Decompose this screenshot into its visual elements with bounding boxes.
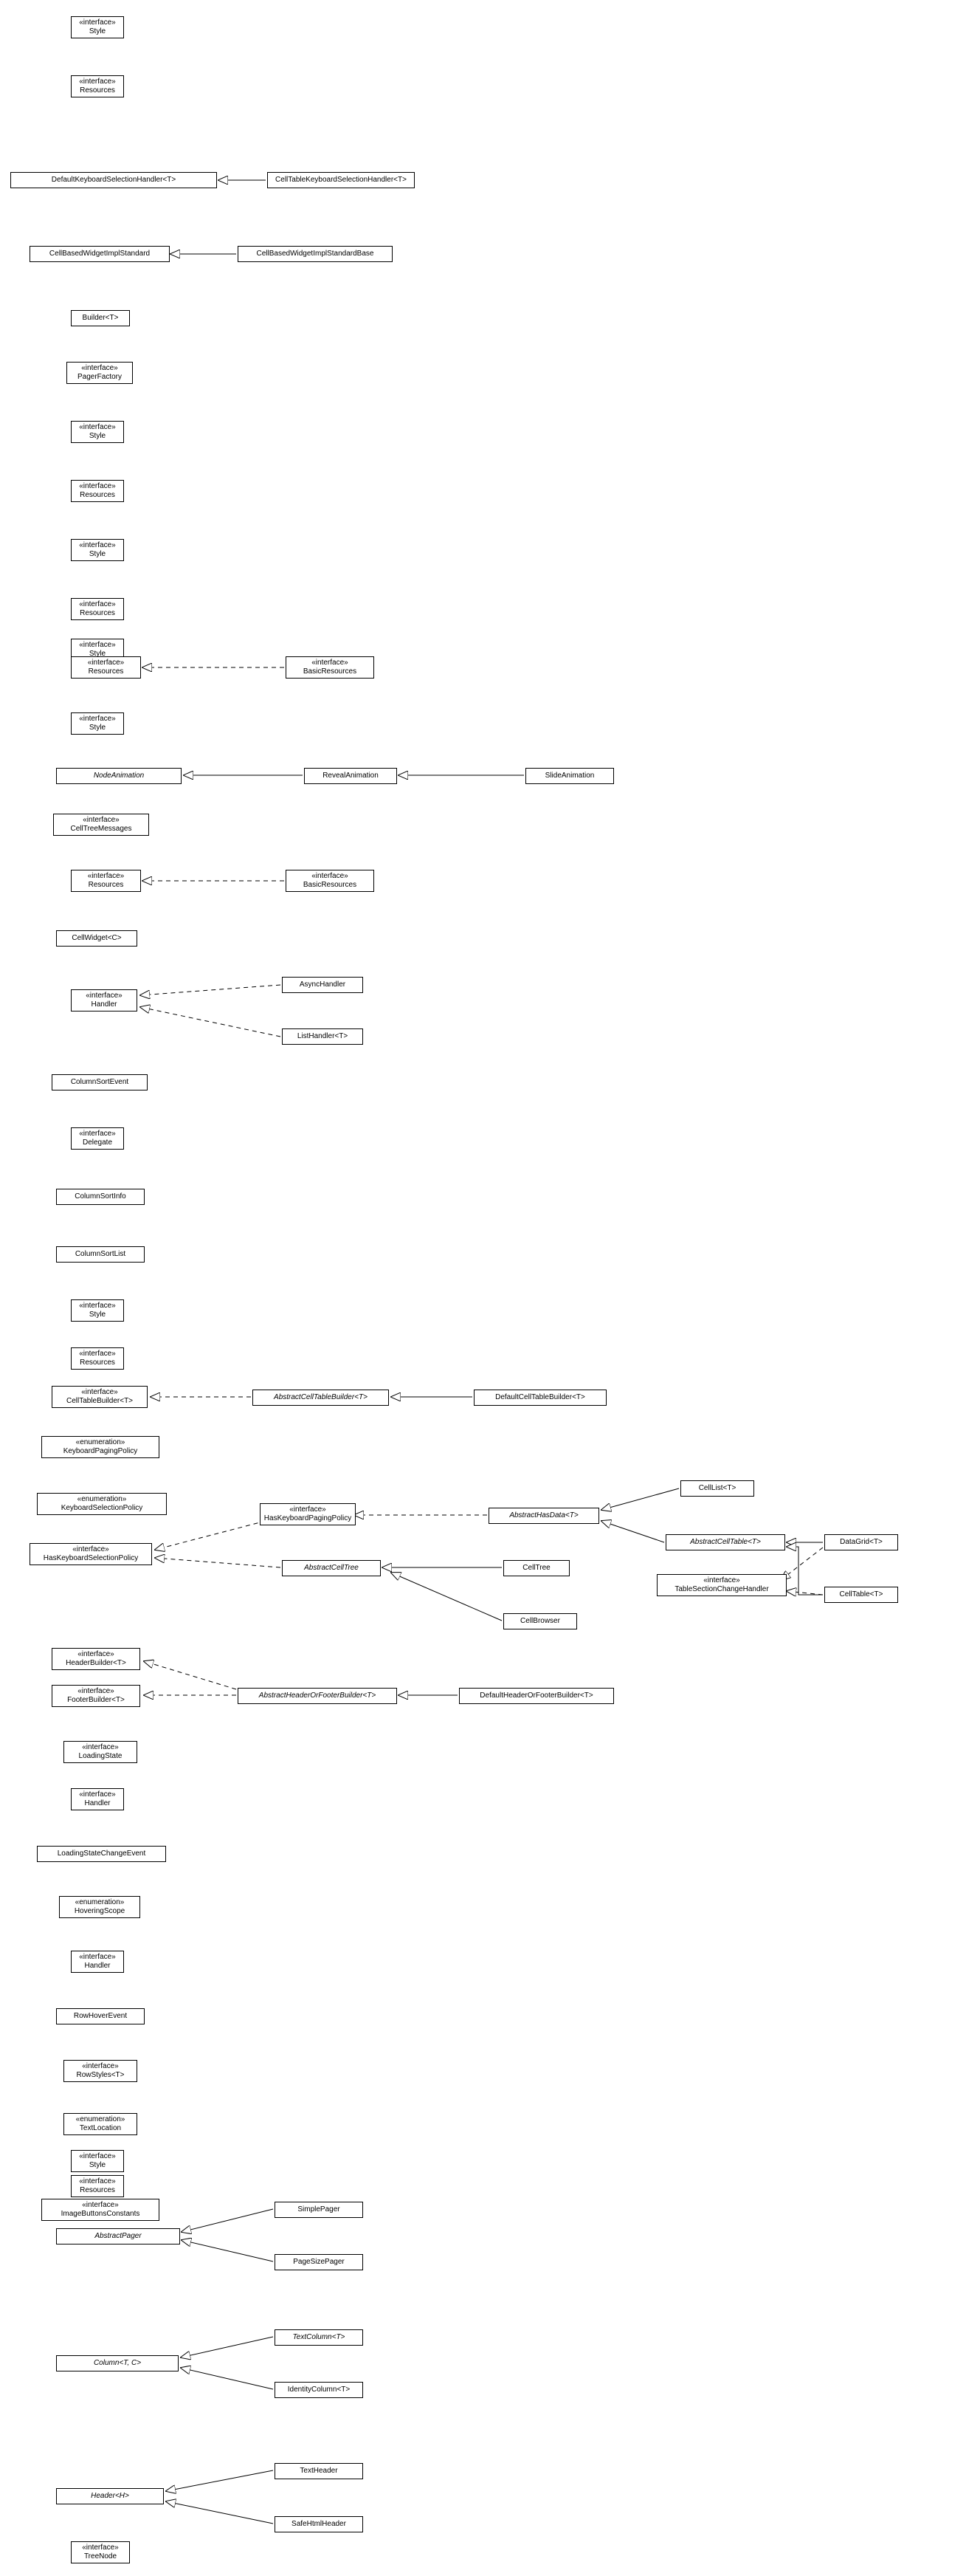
node-datagrid[interactable]: DataGrid<T>	[824, 1534, 898, 1550]
node-handler-2[interactable]: «interface»Handler	[71, 1788, 124, 1810]
node-loadingstate[interactable]: «interface»LoadingState	[63, 1741, 137, 1763]
node-resources-6[interactable]: «interface»Resources	[71, 1347, 124, 1370]
node-textlocation[interactable]: «enumeration»TextLocation	[63, 2113, 137, 2135]
node-textcolumn[interactable]: TextColumn<T>	[275, 2329, 363, 2346]
node-pagerfactory[interactable]: «interface»PagerFactory	[66, 362, 133, 384]
node-rowstyles[interactable]: «interface»RowStyles<T>	[63, 2060, 137, 2082]
node-revealanimation[interactable]: RevealAnimation	[304, 768, 397, 784]
node-abstractpager[interactable]: AbstractPager	[56, 2228, 180, 2244]
node-basicresources-2[interactable]: «interface»BasicResources	[286, 870, 374, 892]
node-imagebuttonsconstants[interactable]: «interface»ImageButtonsConstants	[41, 2199, 159, 2221]
node-celltree[interactable]: CellTree	[503, 1560, 570, 1576]
node-handler-1[interactable]: «interface»Handler	[71, 989, 137, 1011]
node-resources-2[interactable]: «interface»Resources	[71, 480, 124, 502]
node-cellwidget[interactable]: CellWidget<C>	[56, 930, 137, 947]
node-rowhoverevent[interactable]: RowHoverEvent	[56, 2008, 145, 2024]
node-cellbrowser[interactable]: CellBrowser	[503, 1613, 577, 1629]
node-resources-3[interactable]: «interface»Resources	[71, 598, 124, 620]
node-style-5[interactable]: «interface»Style	[71, 712, 124, 735]
node-defaultcelltablebuilder[interactable]: DefaultCellTableBuilder<T>	[474, 1390, 607, 1406]
node-keyboardpagingpolicy[interactable]: «enumeration»KeyboardPagingPolicy	[41, 1436, 159, 1458]
node-style-7[interactable]: «interface»Style	[71, 2150, 124, 2172]
node-slideanimation[interactable]: SlideAnimation	[525, 768, 614, 784]
node-style-3[interactable]: «interface»Style	[71, 539, 124, 561]
node-haskeyboardselectionpolicy[interactable]: «interface»HasKeyboardSelectionPolicy	[30, 1543, 152, 1565]
node-delegate[interactable]: «interface»Delegate	[71, 1127, 124, 1150]
node-safehtmlheader[interactable]: SafeHtmlHeader	[275, 2516, 363, 2532]
node-listhandler[interactable]: ListHandler<T>	[282, 1028, 363, 1045]
node-celltablebuilder[interactable]: «interface»CellTableBuilder<T>	[52, 1386, 148, 1408]
node-simplepager[interactable]: SimplePager	[275, 2202, 363, 2218]
node-cellbasedwidgetimplstandardbase[interactable]: CellBasedWidgetImplStandardBase	[238, 246, 393, 262]
node-abstractcelltable[interactable]: AbstractCellTable<T>	[666, 1534, 785, 1550]
node-abstracthasdata[interactable]: AbstractHasData<T>	[489, 1508, 599, 1524]
node-nodeanimation[interactable]: NodeAnimation	[56, 768, 182, 784]
node-treenode[interactable]: «interface»TreeNode	[71, 2541, 130, 2563]
node-resources-4[interactable]: «interface»Resources	[71, 656, 141, 679]
node-columnsortlist[interactable]: ColumnSortList	[56, 1246, 145, 1263]
node-default-keyboard-selection-handler[interactable]: DefaultKeyboardSelectionHandler<T>	[10, 172, 217, 188]
node-celltable[interactable]: CellTable<T>	[824, 1587, 898, 1603]
node-loadingstatechangeevent[interactable]: LoadingStateChangeEvent	[37, 1846, 166, 1862]
node-celltable-keyboard-selection-handler[interactable]: CellTableKeyboardSelectionHandler<T>	[267, 172, 415, 188]
node-style-2[interactable]: «interface»Style	[71, 421, 124, 443]
node-columnsortinfo[interactable]: ColumnSortInfo	[56, 1189, 145, 1205]
node-abstractheaderorfooterbuilder[interactable]: AbstractHeaderOrFooterBuilder<T>	[238, 1688, 397, 1704]
node-column[interactable]: Column<T, C>	[56, 2355, 179, 2371]
node-style-6[interactable]: «interface»Style	[71, 1299, 124, 1322]
node-abstractcelltree[interactable]: AbstractCellTree	[282, 1560, 381, 1576]
node-pagesizepager[interactable]: PageSizePager	[275, 2254, 363, 2270]
node-resources-5[interactable]: «interface»Resources	[71, 870, 141, 892]
node-cellbasedwidgetimplstandard[interactable]: CellBasedWidgetImplStandard	[30, 246, 170, 262]
node-identitycolumn[interactable]: IdentityColumn<T>	[275, 2382, 363, 2398]
node-hoveringscope[interactable]: «enumeration»HoveringScope	[59, 1896, 140, 1918]
uml-diagram-canvas: «interface»Style «interface»Resources De…	[0, 0, 966, 2576]
node-columnsortevent[interactable]: ColumnSortEvent	[52, 1074, 148, 1090]
node-defaultheaderorfooterbuilder[interactable]: DefaultHeaderOrFooterBuilder<T>	[459, 1688, 614, 1704]
node-headerbuilder[interactable]: «interface»HeaderBuilder<T>	[52, 1648, 140, 1670]
node-textheader[interactable]: TextHeader	[275, 2463, 363, 2479]
node-asynchandler[interactable]: AsyncHandler	[282, 977, 363, 993]
node-handler-3[interactable]: «interface»Handler	[71, 1951, 124, 1973]
node-style-1[interactable]: «interface»Style	[71, 16, 124, 38]
node-keyboardselectionpolicy[interactable]: «enumeration»KeyboardSelectionPolicy	[37, 1493, 167, 1515]
node-resources-7[interactable]: «interface»Resources	[71, 2175, 124, 2197]
node-celllist[interactable]: CellList<T>	[680, 1480, 754, 1497]
node-builder[interactable]: Builder<T>	[71, 310, 130, 326]
node-basicresources-1[interactable]: «interface»BasicResources	[286, 656, 374, 679]
diagram-edges	[0, 0, 966, 2576]
node-footerbuilder[interactable]: «interface»FooterBuilder<T>	[52, 1685, 140, 1707]
node-tablesectionchangehandler[interactable]: «interface»TableSectionChangeHandler	[657, 1574, 787, 1596]
node-haskeyboardpagingpolicy[interactable]: «interface»HasKeyboardPagingPolicy	[260, 1503, 356, 1525]
node-header[interactable]: Header<H>	[56, 2488, 164, 2504]
node-abstractcelltablebuilder[interactable]: AbstractCellTableBuilder<T>	[252, 1390, 389, 1406]
node-resources-1[interactable]: «interface»Resources	[71, 75, 124, 97]
node-celltreemessages[interactable]: «interface»CellTreeMessages	[53, 814, 149, 836]
